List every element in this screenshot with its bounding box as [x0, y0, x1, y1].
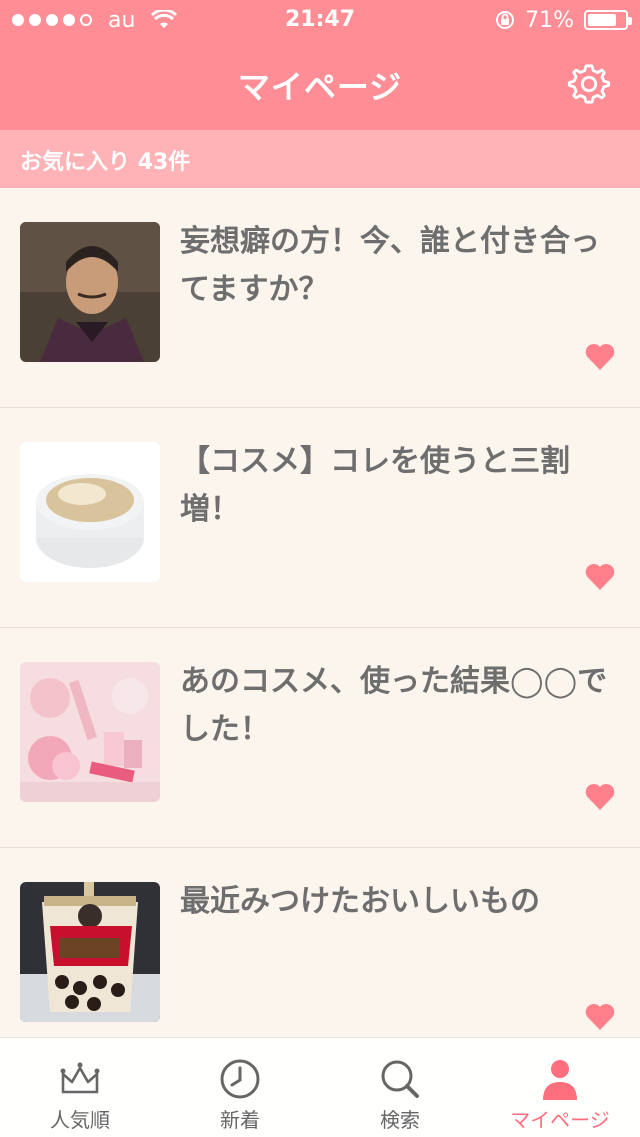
clock-icon: [220, 1059, 260, 1099]
app-header: マイページ: [0, 40, 640, 130]
pink-cosmetics-photo: [20, 662, 160, 802]
search-icon: [381, 1060, 419, 1098]
status-bar: au 21:47 71%: [0, 0, 640, 40]
tab-new[interactable]: 新着: [160, 1038, 320, 1137]
tab-search[interactable]: 検索: [320, 1038, 480, 1137]
tab-mypage[interactable]: マイページ: [480, 1038, 640, 1137]
orientation-lock-icon: [496, 11, 515, 29]
heart-icon[interactable]: [584, 341, 616, 371]
page-title: マイページ: [237, 68, 403, 106]
tab-popular[interactable]: 人気順: [0, 1038, 160, 1137]
list-item[interactable]: あのコスメ、使った結果◯◯でした！: [0, 628, 640, 848]
cosmetic-jar-photo: [20, 442, 160, 582]
milk-tea-photo: [20, 882, 160, 1022]
portrait-photo: [20, 222, 160, 362]
list-item[interactable]: 最近みつけたおいしいもの: [0, 848, 640, 1068]
favorites-header: お気に入り 43件: [0, 130, 640, 188]
favorites-label: お気に入り: [20, 150, 131, 175]
list-item[interactable]: 妄想癖の方！今、誰と付き合ってますか？: [0, 188, 640, 408]
item-title[interactable]: あのコスメ、使った結果◯◯でした！: [180, 658, 610, 754]
tab-new-label: 新着: [220, 1108, 260, 1132]
item-title[interactable]: 妄想癖の方！今、誰と付き合ってますか？: [180, 218, 610, 314]
item-title[interactable]: 【コスメ】コレを使うと三割増！: [180, 438, 610, 534]
item-title[interactable]: 最近みつけたおいしいもの: [180, 878, 610, 926]
favorites-list: 妄想癖の方！今、誰と付き合ってますか？ 【コスメ】コレを使うと三割増！ あのコス…: [0, 188, 640, 1068]
battery-icon: [584, 10, 632, 30]
heart-icon[interactable]: [584, 561, 616, 591]
gear-icon[interactable]: [566, 60, 612, 106]
tab-search-label: 検索: [380, 1108, 420, 1132]
battery-percent: 71%: [525, 7, 574, 33]
tab-popular-label: 人気順: [50, 1108, 110, 1132]
user-icon: [543, 1060, 577, 1100]
heart-icon[interactable]: [584, 1001, 616, 1031]
crown-icon: [60, 1062, 100, 1094]
favorites-count: 43件: [137, 150, 191, 175]
list-item[interactable]: 【コスメ】コレを使うと三割増！: [0, 408, 640, 628]
heart-icon[interactable]: [584, 781, 616, 811]
tab-mypage-label: マイページ: [510, 1108, 610, 1132]
tab-bar: 人気順 新着 検索 マイページ: [0, 1037, 640, 1137]
status-right: 71%: [495, 6, 632, 34]
